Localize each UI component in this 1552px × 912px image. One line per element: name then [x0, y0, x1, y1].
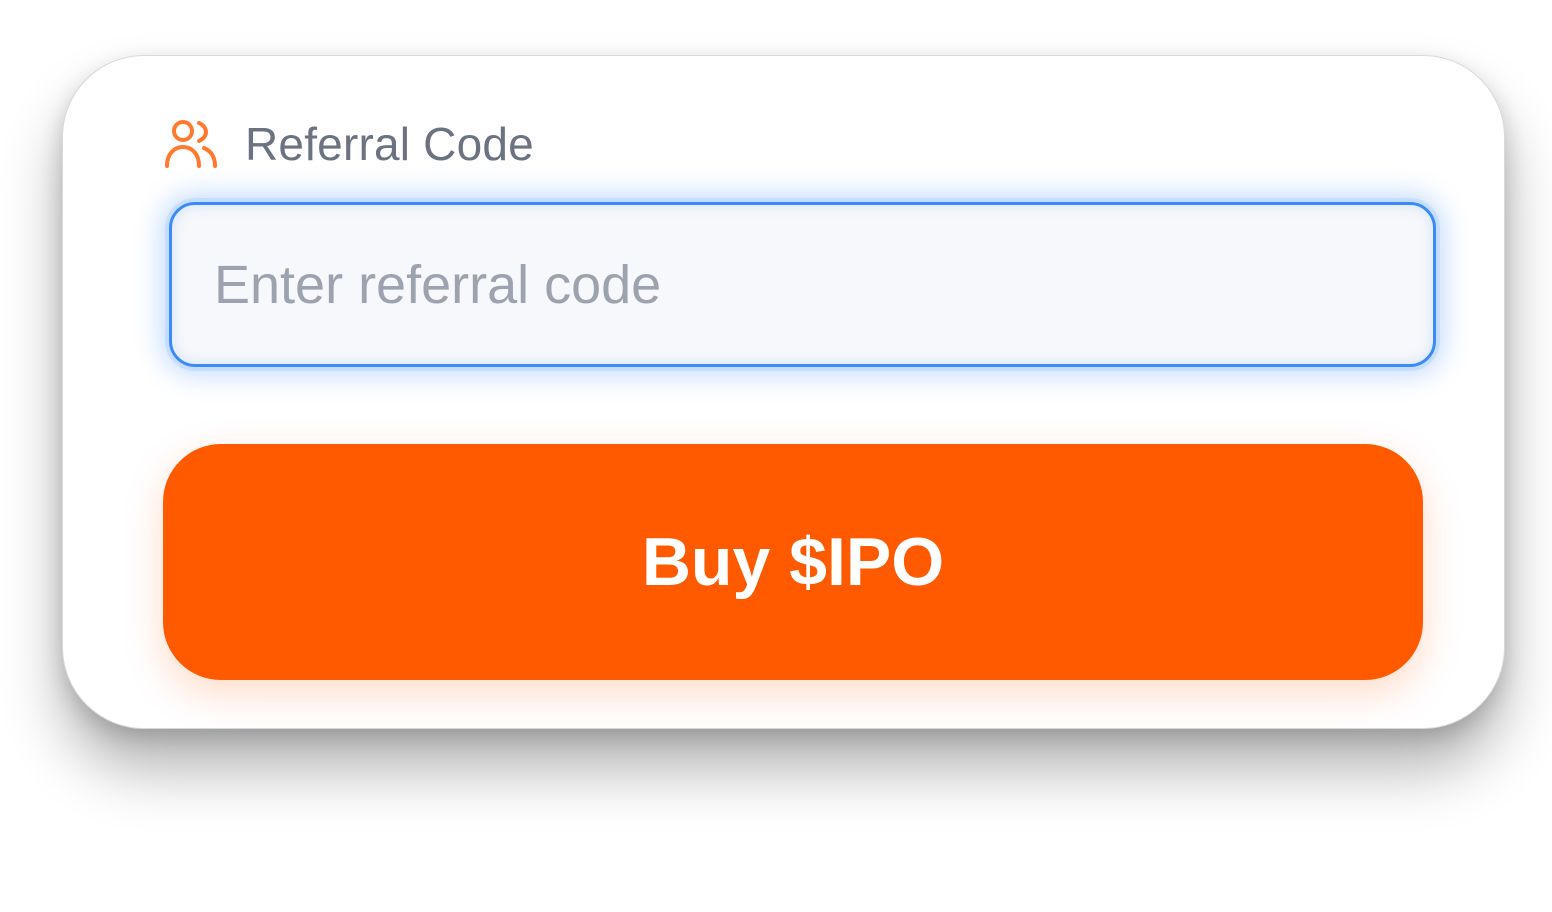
referral-code-input[interactable]	[172, 205, 1433, 364]
referral-card: Referral Code Buy $IPO	[62, 55, 1505, 729]
referral-code-label: Referral Code	[245, 118, 534, 170]
users-icon	[163, 116, 219, 172]
referral-label-row: Referral Code	[163, 114, 534, 174]
referral-input-wrapper	[169, 202, 1436, 367]
buy-ipo-button[interactable]: Buy $IPO	[163, 444, 1423, 680]
